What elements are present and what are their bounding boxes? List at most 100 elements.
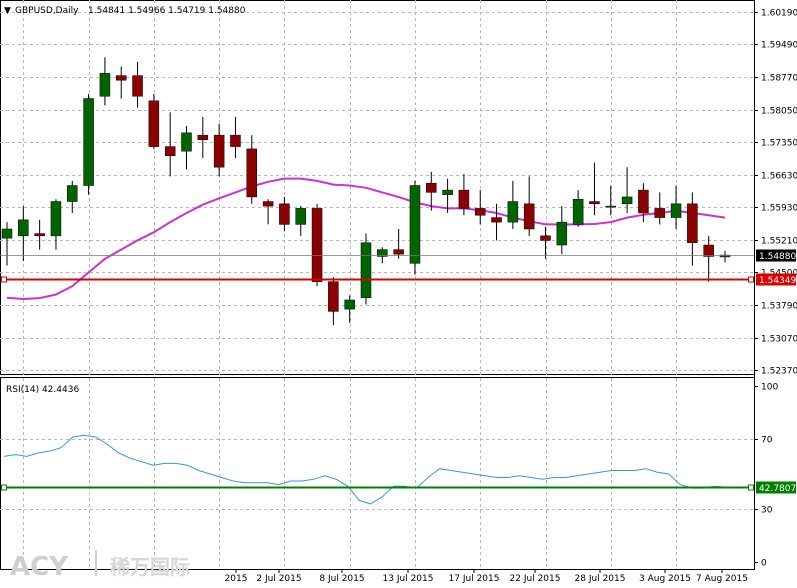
- rsi-polyline: [3, 434, 727, 505]
- candle-body: [50, 201, 62, 237]
- candle-body: [638, 189, 649, 214]
- candle[interactable]: [344, 295, 355, 323]
- candle-body: [181, 132, 192, 152]
- date-tick-label: 8 Jul 2015: [319, 574, 364, 584]
- candle[interactable]: [507, 180, 519, 229]
- horizontal-lines[interactable]: 1.54349 42.7807 1.54880: [0, 249, 796, 495]
- candle-body: [67, 185, 78, 202]
- candle-body: [426, 182, 437, 193]
- candle-body: [197, 134, 209, 140]
- candle[interactable]: [50, 199, 62, 250]
- candle[interactable]: [67, 180, 78, 213]
- candle-body: [572, 198, 584, 225]
- candle[interactable]: [34, 219, 45, 250]
- ohlc-values: 1.54841 1.54966 1.54719 1.54880: [88, 6, 246, 16]
- candle[interactable]: [703, 235, 714, 282]
- rsi-line-group: [3, 434, 727, 505]
- date-tick-label: 22 Jul 2015: [510, 574, 561, 584]
- header-arrow-icon[interactable]: ▼: [4, 6, 11, 16]
- price-hline-value-label: 1.54349: [759, 276, 796, 286]
- candle[interactable]: [605, 185, 617, 216]
- candle[interactable]: [621, 167, 633, 213]
- candle-body: [34, 233, 45, 237]
- candle[interactable]: [328, 277, 339, 326]
- candle-body: [540, 235, 551, 241]
- candle-body: [230, 134, 241, 147]
- candle[interactable]: [393, 228, 404, 259]
- candle[interactable]: [719, 250, 731, 263]
- candle[interactable]: [18, 206, 29, 262]
- date-tick-label: 2015: [225, 574, 248, 584]
- rsi-hline-handle-end[interactable]: [748, 484, 754, 491]
- candle-body: [670, 203, 682, 218]
- candle[interactable]: [295, 206, 306, 236]
- candle[interactable]: [409, 180, 421, 275]
- candle[interactable]: [279, 196, 290, 232]
- price-tick-label: 1.56630: [761, 172, 797, 182]
- candle-body: [311, 208, 323, 282]
- candle[interactable]: [164, 112, 176, 177]
- symbol-label: GBPUSD,Daily: [15, 6, 79, 16]
- candle[interactable]: [540, 226, 551, 259]
- candle-body: [246, 148, 258, 198]
- candle[interactable]: [687, 192, 698, 266]
- candle[interactable]: [670, 185, 682, 229]
- logo-chinese: 稀万国际: [110, 555, 190, 579]
- logo-divider: [95, 550, 97, 576]
- candle[interactable]: [197, 116, 209, 159]
- candlesticks[interactable]: [1, 57, 731, 326]
- candle[interactable]: [556, 206, 568, 255]
- candle[interactable]: [654, 192, 665, 225]
- price-tick-label: 1.58770: [761, 74, 797, 84]
- candle-body: [507, 201, 519, 223]
- candle[interactable]: [115, 66, 127, 99]
- date-tick-label: 2 Jul 2015: [256, 574, 301, 584]
- rsi-tick-label: 70: [761, 436, 773, 446]
- date-tick-label: 13 Jul 2015: [383, 574, 434, 584]
- date-tick-label: 7 Aug 2015: [696, 574, 748, 584]
- candle[interactable]: [83, 93, 94, 195]
- candle[interactable]: [148, 93, 160, 149]
- rsi-hline-handle-start[interactable]: [1, 484, 7, 491]
- candle[interactable]: [523, 176, 535, 236]
- current-price-label: 1.54880: [759, 252, 796, 262]
- candle-body: [654, 208, 665, 218]
- candle-body: [393, 249, 404, 255]
- candle[interactable]: [262, 199, 274, 225]
- candle-body: [491, 217, 502, 223]
- candle-body: [523, 203, 535, 230]
- rsi-panel-frame: [0, 377, 755, 570]
- candle[interactable]: [572, 190, 584, 227]
- candle[interactable]: [360, 233, 372, 305]
- candle[interactable]: [213, 123, 225, 177]
- candle-body: [262, 201, 274, 207]
- price-hline-handle-end[interactable]: [748, 276, 754, 283]
- candle-body: [605, 205, 617, 208]
- candle-body: [295, 208, 306, 225]
- price-panel-frame: [0, 0, 755, 375]
- candle[interactable]: [246, 135, 258, 204]
- candle-body: [83, 98, 94, 186]
- candle[interactable]: [311, 203, 323, 287]
- candle[interactable]: [132, 61, 143, 108]
- candle[interactable]: [99, 57, 111, 106]
- price-tick-label: 1.60190: [761, 9, 797, 19]
- candle-body: [589, 201, 600, 205]
- date-tick-label: 28 Jul 2015: [575, 574, 626, 584]
- price-tick-label: 1.59490: [761, 41, 797, 51]
- chart-canvas[interactable]: 1.60190 1.59490 1.58770 1.58050 1.57350 1.566…: [0, 0, 797, 588]
- candle-body: [18, 219, 29, 237]
- candle[interactable]: [1, 222, 13, 266]
- candle[interactable]: [491, 203, 502, 241]
- price-axis: 1.60190 1.59490 1.58770 1.58050 1.57350 1.566…: [754, 9, 797, 377]
- date-axis: 2015 2 Jul 2015 8 Jul 2015 13 Jul 2015 17 Ju…: [225, 570, 748, 584]
- rsi-axis: 100 70 30 0: [754, 383, 778, 569]
- candle[interactable]: [181, 125, 192, 170]
- candle-body: [99, 73, 111, 97]
- price-tick-label: 1.55210: [761, 237, 797, 247]
- candle-body: [328, 281, 339, 312]
- price-hline-handle-start[interactable]: [1, 276, 7, 283]
- candle[interactable]: [230, 116, 241, 159]
- price-tick-label: 1.53070: [761, 335, 797, 345]
- candle-body: [409, 185, 421, 264]
